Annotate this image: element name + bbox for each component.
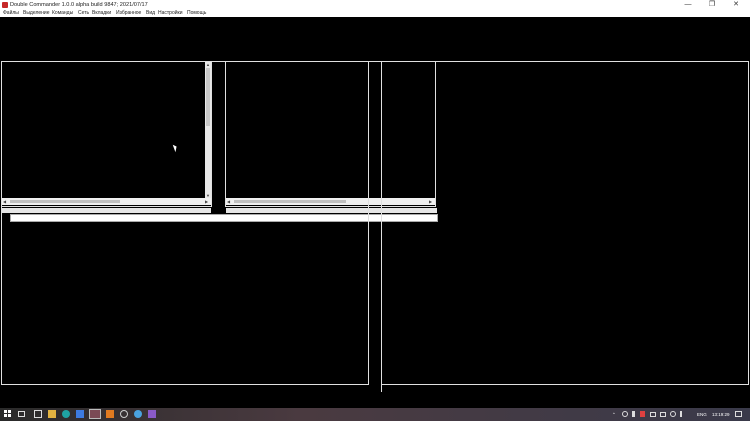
double-commander-taskbar-icon[interactable] xyxy=(89,409,101,419)
menu-item-commands[interactable]: Команды xyxy=(52,10,73,17)
maximize-icon: ❐ xyxy=(708,1,716,8)
battery-icon[interactable] xyxy=(660,412,666,417)
menu-item-network[interactable]: Сеть xyxy=(78,10,89,17)
menu-item-settings[interactable]: Настройки xyxy=(158,10,183,17)
wifi-icon[interactable] xyxy=(670,411,676,417)
app-icon[interactable] xyxy=(106,410,114,418)
taskbar: ⌃ ENG 13:19:29 xyxy=(0,408,750,421)
clock[interactable]: 13:19:29 xyxy=(712,408,730,421)
menu-item-favorites[interactable]: Избранное xyxy=(116,10,141,17)
background-panel-right xyxy=(381,61,749,385)
visual-studio-icon[interactable] xyxy=(148,410,156,418)
menu-item-selection[interactable]: Выделение xyxy=(23,10,50,17)
store-icon[interactable] xyxy=(76,410,84,418)
close-button[interactable]: ✕ xyxy=(726,0,746,10)
language-indicator[interactable]: ENG xyxy=(697,408,707,421)
menu-item-view[interactable]: Вид xyxy=(146,10,155,17)
notification-icon[interactable] xyxy=(735,411,742,417)
task-view-icon[interactable] xyxy=(18,411,25,417)
background-panel-left xyxy=(1,61,369,385)
panel-divider xyxy=(381,385,382,392)
menu-bar: Файлы Выделение Команды Сеть Вкладки Изб… xyxy=(0,10,750,17)
maximize-button[interactable]: ❐ xyxy=(702,0,722,10)
title-bar: Double Commander 1.0.0 alpha build 9847;… xyxy=(0,0,750,10)
double-commander-icon xyxy=(2,2,8,8)
chevron-up-icon[interactable]: ⌃ xyxy=(612,408,616,421)
menu-item-files[interactable]: Файлы xyxy=(3,10,19,17)
terminal-icon[interactable] xyxy=(34,410,42,418)
network-icon[interactable] xyxy=(622,411,628,417)
edge-icon[interactable] xyxy=(62,410,70,418)
close-icon: ✕ xyxy=(733,1,739,8)
settings-icon[interactable] xyxy=(120,410,128,418)
file-explorer-icon[interactable] xyxy=(48,410,56,418)
microphone-icon[interactable] xyxy=(632,411,635,417)
minimize-icon: — xyxy=(684,1,692,8)
windows-start-icon[interactable] xyxy=(4,410,12,418)
menu-item-help[interactable]: Помощь xyxy=(187,10,206,17)
menu-item-tabs[interactable]: Вкладки xyxy=(92,10,111,17)
chrome-icon[interactable] xyxy=(134,410,142,418)
display-icon[interactable] xyxy=(650,412,656,417)
window-title: Double Commander 1.0.0 alpha build 9847;… xyxy=(10,2,148,8)
volume-icon[interactable] xyxy=(680,411,686,417)
minimize-button[interactable]: — xyxy=(678,0,698,10)
shield-icon[interactable] xyxy=(640,411,645,417)
